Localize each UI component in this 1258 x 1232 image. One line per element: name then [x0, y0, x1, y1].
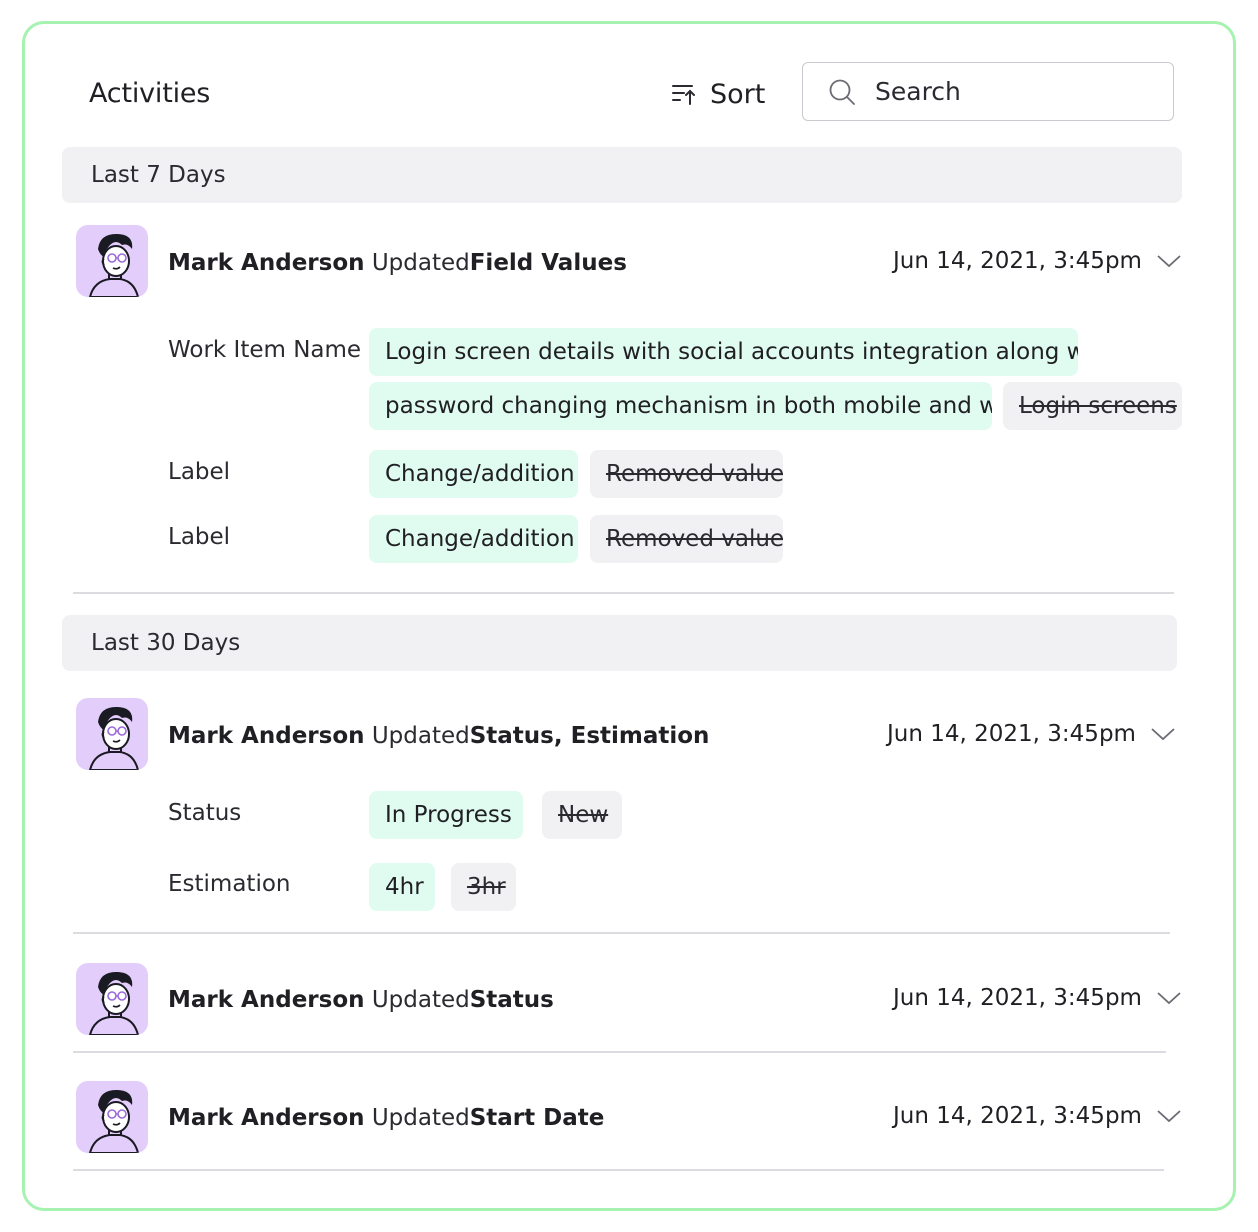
- avatar: [76, 698, 148, 770]
- added-value-chip: 4hr: [369, 863, 435, 911]
- avatar: [76, 963, 148, 1035]
- activity-headline: Mark Anderson UpdatedStart Date: [168, 1105, 604, 1131]
- field-label: Work Item Name: [168, 337, 362, 363]
- activity-subject: Field Values: [469, 250, 627, 276]
- activity-date: Jun 14, 2021, 3:45pm: [893, 1103, 1142, 1129]
- activity-datetime: Jun 14, 2021, 3:45pm: [893, 248, 1182, 274]
- activity-user: Mark Anderson: [168, 987, 365, 1013]
- chevron-down-icon[interactable]: [1156, 990, 1182, 1006]
- activity-subject: Start Date: [469, 1105, 605, 1131]
- activity-user: Mark Anderson: [168, 250, 365, 276]
- divider: [73, 1169, 1164, 1171]
- group-header-last-7-days: Last 7 Days: [62, 147, 1182, 203]
- user-avatar-icon: [88, 706, 140, 770]
- added-value-chip: Change/addition: [369, 515, 578, 563]
- group-header-last-30-days: Last 30 Days: [62, 615, 1177, 671]
- divider: [73, 932, 1170, 934]
- field-label: Status: [168, 800, 242, 826]
- added-value-chip: Login screen details with social account…: [369, 328, 1078, 376]
- sort-icon: [672, 85, 695, 105]
- sort-button[interactable]: Sort: [670, 74, 765, 114]
- sort-label: Sort: [710, 78, 766, 110]
- chevron-down-icon[interactable]: [1150, 726, 1176, 742]
- removed-value-chip: Login screens: [1003, 382, 1182, 430]
- page-title: Activities: [89, 78, 211, 109]
- activity-datetime: Jun 14, 2021, 3:45pm: [887, 721, 1176, 747]
- field-label: Label: [168, 524, 231, 550]
- activity-verb: Updated: [371, 723, 470, 749]
- user-avatar-icon: [88, 233, 140, 297]
- activity-datetime: Jun 14, 2021, 3:45pm: [893, 985, 1182, 1011]
- activity-verb: Updated: [371, 250, 470, 276]
- added-value-chip: password changing mechanism in both mobi…: [369, 382, 992, 430]
- activity-date: Jun 14, 2021, 3:45pm: [893, 248, 1142, 274]
- search-icon: [829, 79, 855, 105]
- user-avatar-icon: [88, 1089, 140, 1153]
- activity-subject: Status, Estimation: [469, 723, 710, 749]
- activity-subject: Status: [469, 987, 554, 1013]
- activity-headline: Mark Anderson UpdatedStatus, Estimation: [168, 723, 709, 749]
- search-input[interactable]: [875, 77, 1135, 106]
- activity-headline: Mark Anderson UpdatedStatus: [168, 987, 554, 1013]
- activity-verb: Updated: [371, 987, 470, 1013]
- field-label: Label: [168, 459, 231, 485]
- divider: [73, 1051, 1166, 1053]
- removed-value-chip: 3hr: [451, 863, 516, 911]
- activity-user: Mark Anderson: [168, 723, 365, 749]
- activity-headline: Mark Anderson UpdatedField Values: [168, 250, 627, 276]
- removed-value-chip: Removed value: [590, 450, 783, 498]
- activity-date: Jun 14, 2021, 3:45pm: [893, 985, 1142, 1011]
- activity-date: Jun 14, 2021, 3:45pm: [887, 721, 1136, 747]
- avatar: [76, 1081, 148, 1153]
- avatar: [76, 225, 148, 297]
- user-avatar-icon: [88, 971, 140, 1035]
- field-label: Estimation: [168, 871, 291, 897]
- search-box[interactable]: [802, 62, 1174, 121]
- removed-value-chip: Removed value: [590, 515, 783, 563]
- removed-value-chip: New: [542, 791, 622, 839]
- activity-user: Mark Anderson: [168, 1105, 365, 1131]
- activity-datetime: Jun 14, 2021, 3:45pm: [893, 1103, 1182, 1129]
- chevron-down-icon[interactable]: [1156, 253, 1182, 269]
- activity-verb: Updated: [371, 1105, 470, 1131]
- divider: [73, 592, 1174, 594]
- added-value-chip: In Progress: [369, 791, 523, 839]
- chevron-down-icon[interactable]: [1156, 1108, 1182, 1124]
- added-value-chip: Change/addition: [369, 450, 578, 498]
